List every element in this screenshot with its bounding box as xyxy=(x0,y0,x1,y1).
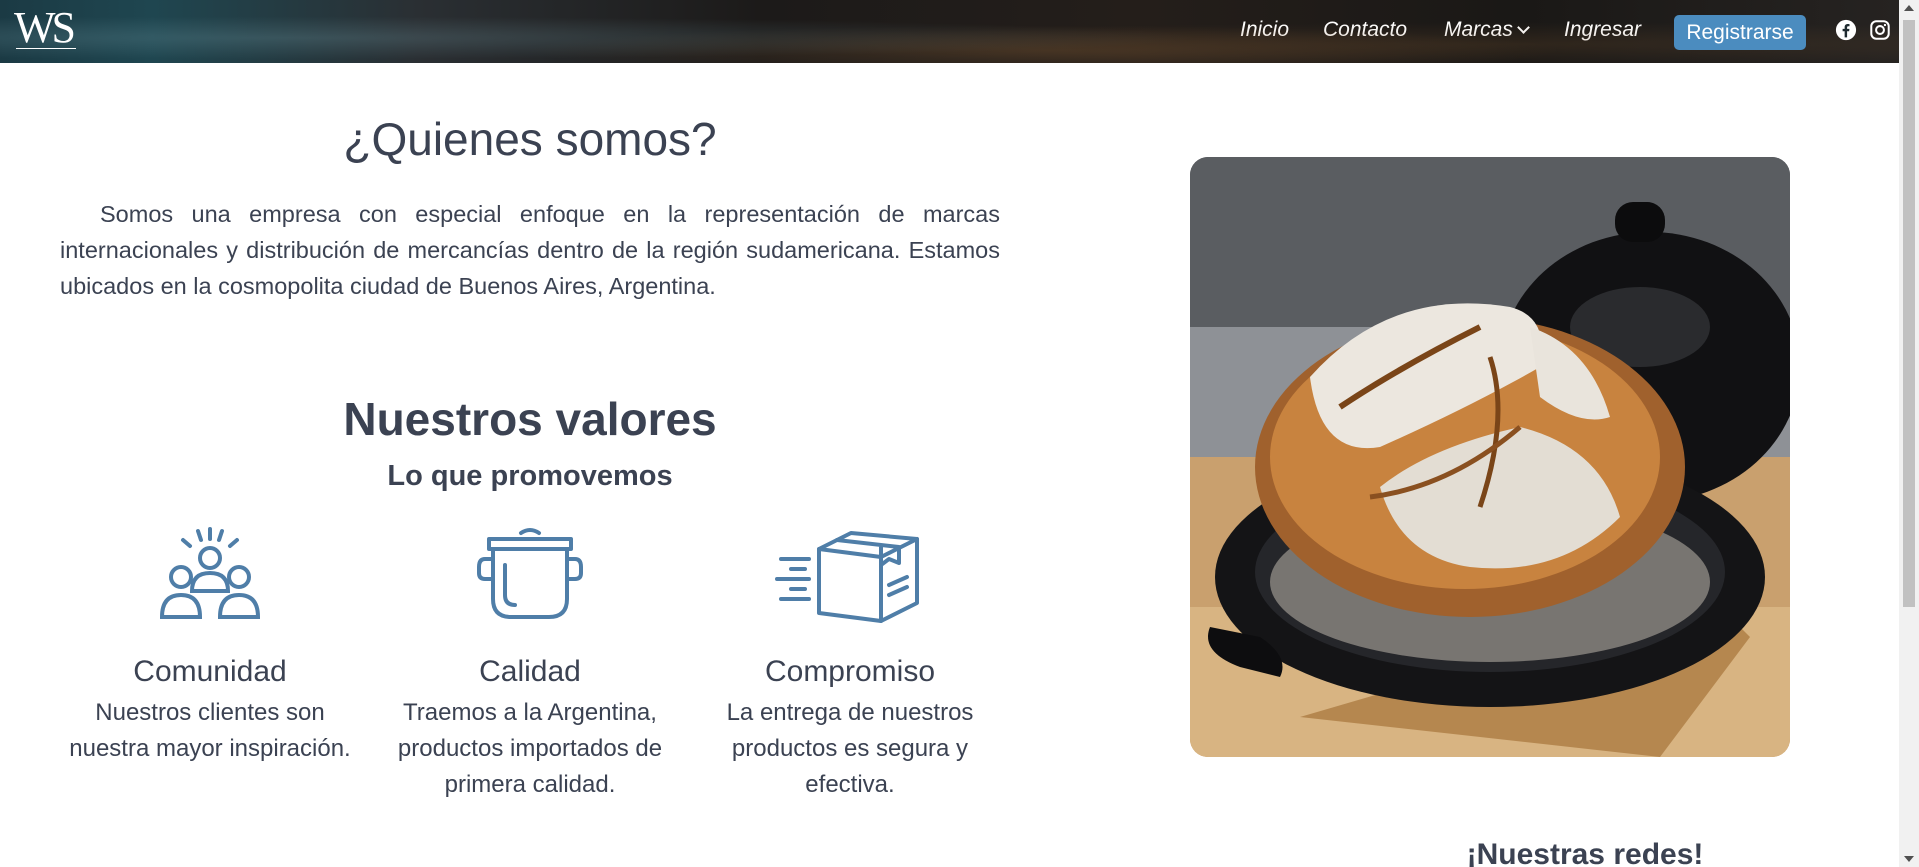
value-title: Compromiso xyxy=(764,655,936,688)
nav-link-marcas[interactable]: Marcas xyxy=(1444,18,1530,42)
facebook-icon[interactable] xyxy=(1835,19,1857,41)
value-description: Nuestros clientes son nuestra mayor insp… xyxy=(69,699,351,762)
scroll-down-arrow-icon[interactable] xyxy=(1904,856,1914,862)
instagram-icon[interactable] xyxy=(1869,19,1891,41)
top-navbar: WS Inicio Contacto Marcas Ingresar Regis… xyxy=(0,0,1899,63)
logo-underline xyxy=(16,48,76,49)
value-description: Traemos a la Argentina, productos import… xyxy=(397,699,663,798)
register-button[interactable]: Registrarse xyxy=(1674,15,1806,50)
values-subtitle: Lo que promovemos xyxy=(387,460,673,492)
community-icon xyxy=(159,527,261,619)
value-card-compromiso: Compromiso La entrega de nuestros produc… xyxy=(700,525,1000,803)
value-card-comunidad: Comunidad Nuestros clientes son nuestra … xyxy=(60,525,360,767)
nav-link-inicio[interactable]: Inicio xyxy=(1240,18,1289,42)
value-title: Comunidad xyxy=(133,655,287,688)
nav-link-contacto[interactable]: Contacto xyxy=(1323,18,1407,42)
nav-link-ingresar[interactable]: Ingresar xyxy=(1564,18,1641,42)
values-title: Nuestros valores xyxy=(343,393,717,445)
value-card-calidad: Calidad Traemos a la Argentina, producto… xyxy=(380,525,680,803)
ws-logo[interactable]: WS xyxy=(14,4,76,52)
value-description: La entrega de nuestros productos es segu… xyxy=(726,699,974,798)
nav-link-marcas-label: Marcas xyxy=(1444,18,1513,41)
page-scrollbar[interactable] xyxy=(1899,0,1919,867)
scroll-up-arrow-icon[interactable] xyxy=(1904,5,1914,11)
bread-photo xyxy=(1190,157,1790,757)
chevron-down-icon xyxy=(1516,21,1530,34)
pot-icon xyxy=(477,528,583,619)
about-text: Somos una empresa con especial enfoque e… xyxy=(60,201,1000,299)
social-title: ¡Nuestras redes! xyxy=(1466,838,1704,867)
delivery-box-icon xyxy=(775,531,919,623)
scrollbar-thumb[interactable] xyxy=(1903,20,1915,607)
about-title: ¿Quienes somos? xyxy=(343,113,717,165)
value-title: Calidad xyxy=(479,655,581,688)
